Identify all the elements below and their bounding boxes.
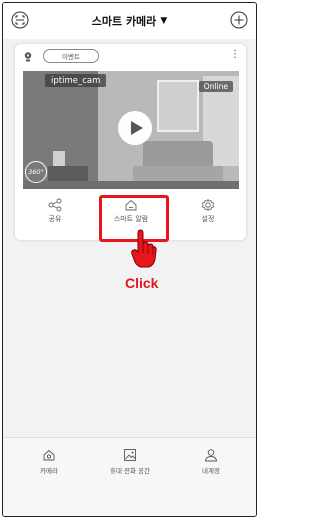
camera-device-icon	[24, 52, 32, 62]
page-title: 스마트 카메라	[91, 15, 157, 28]
share-icon	[48, 198, 62, 212]
gear-icon	[202, 198, 214, 212]
plus-icon[interactable]	[230, 11, 248, 29]
tab-phone-storage-label: 휴대 전화 공간	[109, 467, 150, 475]
camera-home-icon	[43, 449, 55, 461]
click-instruction: Click	[125, 275, 159, 291]
settings-button[interactable]: 설정	[173, 194, 243, 234]
pointer-hand-icon	[131, 229, 157, 268]
settings-label: 설정	[201, 215, 215, 223]
app-screen: 스마트 카메라 ▼ 이벤트 ⋮ iptime_cam Online 360° 공…	[2, 2, 257, 517]
event-button[interactable]: 이벤트	[43, 49, 99, 63]
tab-my-account-label: 내계정	[202, 467, 220, 475]
play-icon[interactable]	[118, 111, 152, 145]
tab-my-account[interactable]: 내계정	[181, 448, 241, 475]
tab-phone-storage[interactable]: 휴대 전화 공간	[100, 448, 160, 475]
app-header: 스마트 카메라 ▼	[3, 3, 256, 39]
360-view-icon[interactable]: 360°	[25, 161, 47, 183]
gallery-icon	[124, 449, 136, 461]
event-label: 이벤트	[62, 53, 80, 61]
share-label: 공유	[48, 215, 62, 223]
user-icon	[204, 449, 218, 462]
status-badge: Online	[198, 81, 233, 92]
tab-camera-label: 카메라	[40, 467, 58, 475]
camera-name-label: iptime_cam	[45, 74, 107, 87]
camera-preview[interactable]: iptime_cam Online 360°	[23, 71, 239, 189]
tab-camera[interactable]: 카메라	[19, 448, 79, 475]
share-button[interactable]: 공유	[20, 194, 90, 234]
more-options-icon[interactable]: ⋮	[230, 50, 240, 60]
camera-selector[interactable]: 스마트 카메라 ▼	[92, 13, 167, 29]
scan-icon[interactable]	[11, 11, 29, 29]
bottom-tab-bar: 카메라 휴대 전화 공간 내계정	[3, 437, 256, 516]
chevron-down-icon: ▼	[160, 16, 168, 26]
